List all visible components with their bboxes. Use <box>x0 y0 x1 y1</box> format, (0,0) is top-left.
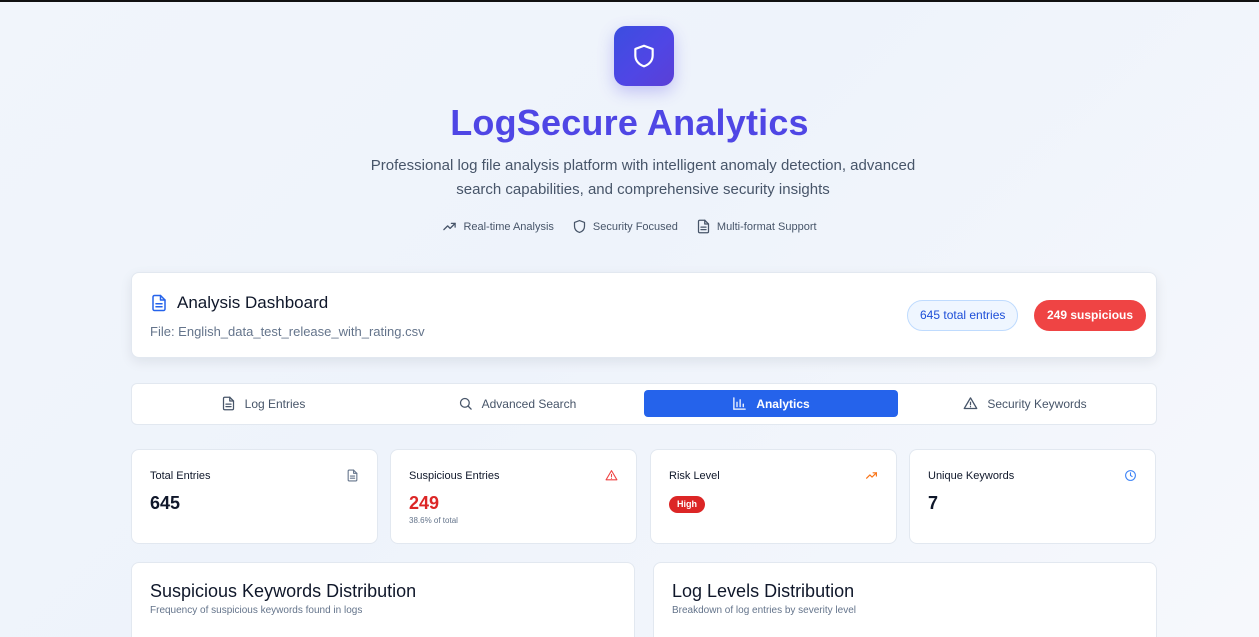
file-text-icon <box>697 219 710 234</box>
feature-security: Security Focused <box>572 219 678 234</box>
stat-card-unique-keywords: Unique Keywords 7 <box>909 449 1156 544</box>
log-levels-distribution-card: Log Levels Distribution Breakdown of log… <box>653 562 1157 637</box>
app-subtitle: Professional log file analysis platform … <box>370 157 916 198</box>
search-icon <box>459 397 472 410</box>
keywords-distribution-card: Suspicious Keywords Distribution Frequen… <box>131 562 635 637</box>
tab-label: Security Keywords <box>987 396 1087 411</box>
tab-label: Log Entries <box>244 396 306 411</box>
shield-icon <box>573 219 586 234</box>
tab-label: Advanced Search <box>481 396 577 411</box>
stat-value: 645 <box>150 493 181 513</box>
stat-value: 7 <box>928 493 939 513</box>
suspicious-badge: 249 suspicious <box>1034 300 1147 331</box>
stat-label: Total Entries <box>150 470 211 482</box>
app-title: LogSecure Analytics <box>450 102 809 143</box>
bar-chart-icon <box>733 397 747 410</box>
feature-list: Real-time Analysis Security Focused Mult… <box>0 219 1259 234</box>
tab-log-entries[interactable]: Log Entries <box>136 390 390 417</box>
dashboard-title: Analysis Dashboard <box>150 293 328 313</box>
tab-bar: Log Entries Advanced Search Analytics Se… <box>131 383 1157 425</box>
stat-subtext: 38.6% of total <box>409 516 458 525</box>
trending-up-icon <box>443 222 457 231</box>
tab-advanced-search[interactable]: Advanced Search <box>390 390 644 417</box>
stat-value: 249 <box>409 493 440 513</box>
file-text-icon <box>347 469 358 482</box>
shield-icon <box>634 44 654 68</box>
dashboard-title-text: Analysis Dashboard <box>177 293 329 312</box>
feature-multiformat: Multi-format Support <box>696 219 817 234</box>
feature-label: Multi-format Support <box>716 220 817 233</box>
trending-up-icon <box>866 472 877 479</box>
chart-subtitle: Frequency of suspicious keywords found i… <box>150 605 363 616</box>
tab-label: Analytics <box>756 396 810 411</box>
feature-label: Security Focused <box>592 220 678 233</box>
file-text-icon <box>152 294 166 312</box>
file-text-icon <box>222 396 234 411</box>
stat-card-risk-level: Risk Level High <box>650 449 897 544</box>
total-entries-badge: 645 total entries <box>907 300 1019 331</box>
app-logo <box>614 26 674 86</box>
chart-subtitle: Breakdown of log entries by severity lev… <box>672 605 856 616</box>
chart-title: Log Levels Distribution <box>672 581 855 601</box>
risk-level-badge: High <box>669 496 705 513</box>
chart-title: Suspicious Keywords Distribution <box>150 581 417 601</box>
analysis-dashboard-card: Analysis Dashboard File: English_data_te… <box>131 272 1157 358</box>
stat-card-suspicious-entries: Suspicious Entries 249 38.6% of total <box>390 449 637 544</box>
feature-realtime: Real-time Analysis <box>442 219 554 234</box>
stat-label: Unique Keywords <box>928 470 1015 482</box>
file-name: File: English_data_test_release_with_rat… <box>150 324 425 339</box>
tab-analytics[interactable]: Analytics <box>644 390 898 417</box>
stat-card-total-entries: Total Entries 645 <box>131 449 378 544</box>
alert-triangle-icon <box>963 397 978 410</box>
tab-security-keywords[interactable]: Security Keywords <box>898 390 1152 417</box>
feature-label: Real-time Analysis <box>463 220 554 233</box>
clock-icon <box>1125 470 1136 481</box>
stat-label: Suspicious Entries <box>409 470 500 482</box>
alert-triangle-icon <box>605 470 618 481</box>
stat-label: Risk Level <box>669 470 720 482</box>
